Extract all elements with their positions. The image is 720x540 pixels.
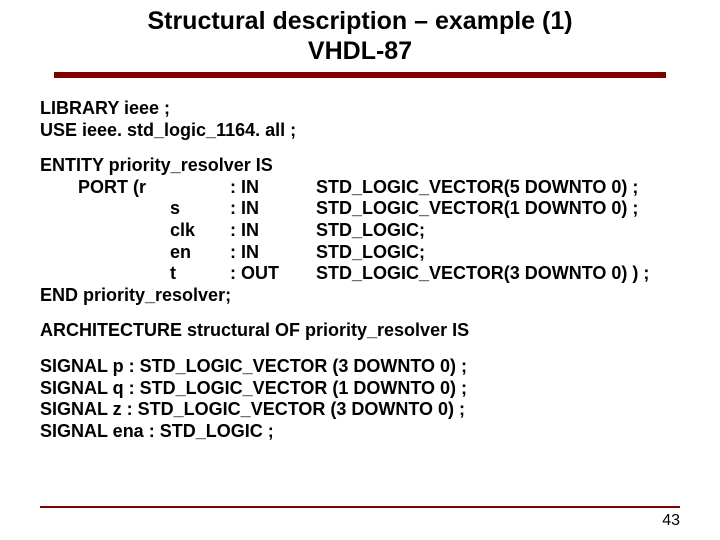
signal-p: SIGNAL p : STD_LOGIC_VECTOR (3 DOWNTO 0)… (40, 356, 680, 378)
code-block: LIBRARY ieee ; USE ieee. std_logic_1164.… (0, 78, 720, 442)
title-line-2: VHDL-87 (0, 36, 720, 66)
library-line: LIBRARY ieee ; (40, 98, 680, 120)
footer-rule (40, 506, 680, 508)
use-line: USE ieee. std_logic_1164. all ; (40, 120, 680, 142)
signal-ena: SIGNAL ena : STD_LOGIC ; (40, 421, 680, 443)
signal-z: SIGNAL z : STD_LOGIC_VECTOR (3 DOWNTO 0)… (40, 399, 680, 421)
entity-decl: ENTITY priority_resolver IS (40, 155, 680, 177)
port-t: t: OUT STD_LOGIC_VECTOR(3 DOWNTO 0) ) ; (40, 263, 680, 285)
slide-title: Structural description – example (1) VHD… (0, 0, 720, 66)
page-number: 43 (662, 512, 680, 530)
end-entity: END priority_resolver; (40, 285, 680, 307)
signal-q: SIGNAL q : STD_LOGIC_VECTOR (1 DOWNTO 0)… (40, 378, 680, 400)
port-s: s: IN STD_LOGIC_VECTOR(1 DOWNTO 0) ; (40, 198, 680, 220)
port-en: en: IN STD_LOGIC; (40, 242, 680, 264)
port-clk: clk: IN STD_LOGIC; (40, 220, 680, 242)
title-line-1: Structural description – example (1) (0, 6, 720, 36)
port-r: PORT (r : IN STD_LOGIC_VECTOR(5 DOWNTO 0… (40, 177, 680, 199)
architecture-decl: ARCHITECTURE structural OF priority_reso… (40, 320, 680, 342)
